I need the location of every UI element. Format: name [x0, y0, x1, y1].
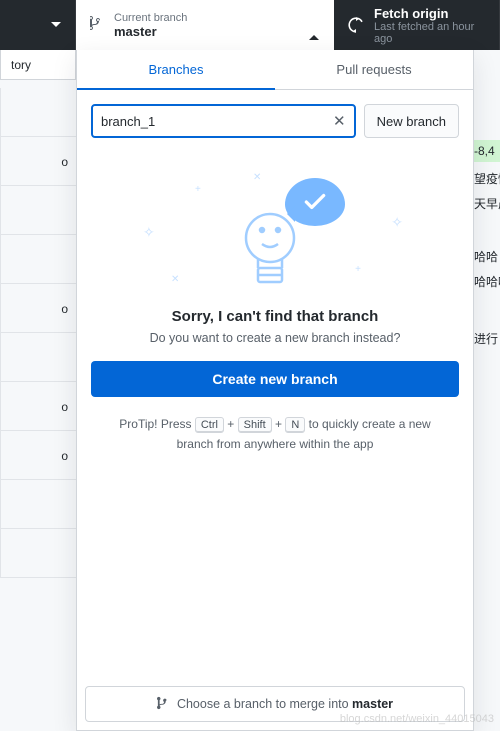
- new-branch-button[interactable]: New branch: [364, 104, 459, 138]
- list-item: o: [0, 137, 76, 186]
- list-item: o: [0, 284, 76, 333]
- list-item: [0, 186, 76, 235]
- bg-right-column: -8,4 望疫情 天早晨 哈哈 哈哈哈 进行: [472, 140, 500, 351]
- kbd-ctrl: Ctrl: [195, 417, 224, 433]
- diff-line: -8,4: [472, 140, 500, 162]
- diff-line: 进行: [472, 326, 500, 351]
- kbd-n: N: [285, 417, 305, 433]
- list-item: [0, 88, 76, 137]
- git-merge-icon: [157, 696, 171, 713]
- empty-state: ✧ + ✕ ✧ + ✕ Sorry, I can't fi: [77, 148, 473, 361]
- branch-search-input[interactable]: [101, 114, 333, 129]
- branch-dropdown-panel: Branches Pull requests ✕ New branch ✧ + …: [76, 50, 474, 731]
- fetch-origin-button[interactable]: Fetch origin Last fetched an hour ago: [334, 0, 500, 50]
- diff-line: 哈哈哈: [472, 269, 500, 294]
- diff-line: 天早晨: [472, 191, 500, 216]
- list-item: o: [0, 431, 76, 480]
- sparkle-icon: ✕: [253, 172, 261, 183]
- sparkle-icon: ✧: [391, 214, 403, 231]
- tab-branches[interactable]: Branches: [77, 50, 275, 90]
- branch-search-box[interactable]: ✕: [91, 104, 356, 138]
- list-item: [0, 235, 76, 284]
- sparkle-icon: +: [195, 184, 201, 195]
- bg-left-rows: o o o o: [0, 88, 76, 578]
- list-item: o: [0, 382, 76, 431]
- diff-line: 望疫情: [472, 166, 500, 191]
- branch-value: master: [114, 24, 187, 39]
- merge-target: master: [352, 697, 393, 711]
- chevron-up-icon: [309, 18, 319, 36]
- history-tab-fragment[interactable]: tory: [0, 50, 76, 80]
- diff-line: 哈哈: [472, 244, 500, 269]
- sparkle-icon: +: [355, 264, 361, 275]
- empty-illustration: ✧ + ✕ ✧ + ✕: [135, 164, 415, 294]
- list-item: [0, 529, 76, 578]
- list-item: [0, 480, 76, 529]
- lightbulb-icon: [235, 210, 305, 295]
- list-item: [0, 333, 76, 382]
- watermark: blog.csdn.net/weixin_44015043: [340, 713, 494, 725]
- fetch-subtitle: Last fetched an hour ago: [374, 21, 485, 45]
- empty-heading: Sorry, I can't find that branch: [172, 308, 379, 325]
- clear-icon[interactable]: ✕: [333, 112, 346, 130]
- empty-subtext: Do you want to create a new branch inste…: [150, 331, 401, 345]
- branch-label: Current branch: [114, 12, 187, 24]
- current-branch-button[interactable]: Current branch master: [76, 0, 334, 50]
- fetch-title: Fetch origin: [374, 6, 485, 21]
- search-row: ✕ New branch: [77, 90, 473, 148]
- create-branch-button[interactable]: Create new branch: [91, 361, 459, 397]
- tab-pull-requests[interactable]: Pull requests: [275, 50, 473, 90]
- top-toolbar: Current branch master Fetch origin Last …: [0, 0, 500, 50]
- bg-left-column: tory: [0, 50, 76, 80]
- repo-dropdown[interactable]: [0, 0, 76, 50]
- git-branch-icon: [90, 15, 104, 36]
- chevron-down-icon: [51, 22, 61, 32]
- sync-icon: [348, 17, 364, 33]
- sparkle-icon: ✧: [143, 224, 155, 241]
- protip-text: ProTip! Press Ctrl + Shift + N to quickl…: [77, 397, 473, 454]
- sparkle-icon: ✕: [171, 274, 179, 285]
- kbd-shift: Shift: [238, 417, 272, 433]
- panel-tabs: Branches Pull requests: [77, 50, 473, 90]
